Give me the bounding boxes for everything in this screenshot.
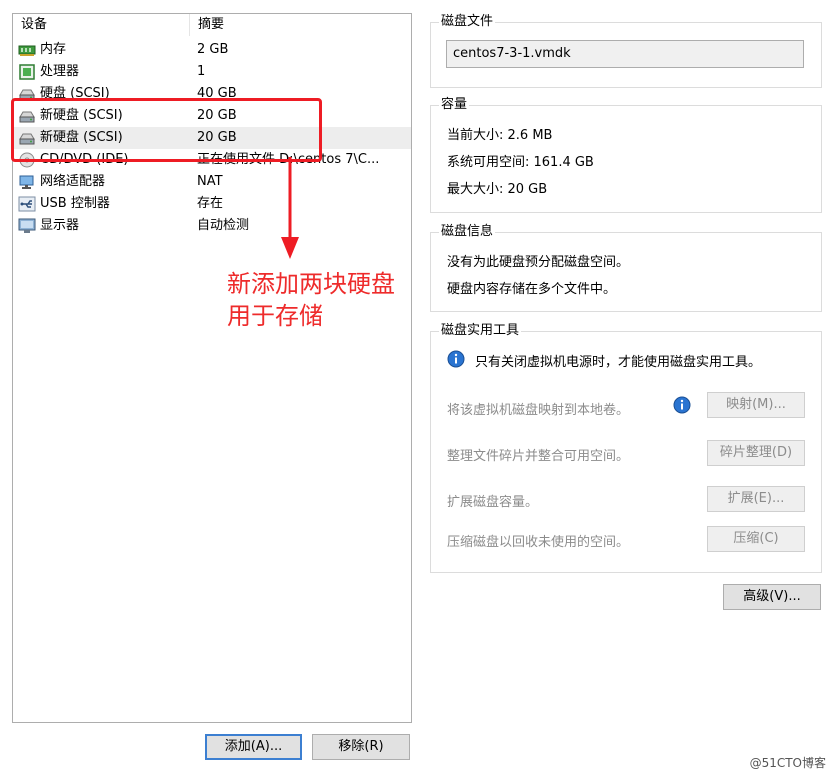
network-adapter-icon [18,174,36,190]
disk-file-field[interactable]: centos7-3-1.vmdk [446,40,804,68]
disk-info-line-1: 没有为此硬盘预分配磁盘空间。 [447,255,630,270]
capacity-label: 容量 [439,97,470,113]
add-device-button[interactable]: 添加(A)... [205,734,302,760]
info-icon [447,350,465,372]
compact-description: 压缩磁盘以回收未使用的空间。 [447,535,630,550]
annotation-line-1: 新添加两块硬盘 [227,270,395,298]
capacity-group: 容量 当前大小: 2.6 MB 系统可用空间: 161.4 GB 最大大小: 2… [430,97,822,213]
utilities-notice: 只有关闭虚拟机电源时，才能使用磁盘实用工具。 [475,355,762,370]
annotation-text: 新添加两块硬盘 用于存储 [227,268,417,332]
column-header-device[interactable]: 设备 [13,14,190,36]
expand-button[interactable]: 扩展(E)... [707,486,805,512]
disk-info-group: 磁盘信息 没有为此硬盘预分配磁盘空间。 硬盘内容存储在多个文件中。 [430,224,822,312]
map-description: 将该虚拟机磁盘映射到本地卷。 [447,403,630,418]
device-name: 处理器 [40,64,80,79]
watermark: @51CTO博客 [749,756,826,770]
defrag-description: 整理文件碎片并整合可用空间。 [447,449,630,464]
memory-icon [18,42,36,58]
usb-icon [18,196,36,212]
device-summary: 2 GB [197,42,229,57]
disk-info-label: 磁盘信息 [439,224,496,240]
disk-file-label: 磁盘文件 [439,14,496,30]
processor-icon [18,64,36,80]
device-name: USB 控制器 [40,196,110,211]
current-size: 当前大小: 2.6 MB [447,128,553,143]
device-row-network-adapter[interactable]: 网络适配器 NAT [13,171,411,193]
annotation-line-2: 用于存储 [227,302,323,330]
disk-info-line-2: 硬盘内容存储在多个文件中。 [447,282,617,297]
defragment-button[interactable]: 碎片整理(D) [707,440,805,466]
device-row-display[interactable]: 显示器 自动检测 [13,215,411,237]
annotation-highlight-box [11,98,322,162]
max-size: 最大大小: 20 GB [447,182,548,197]
device-summary: 存在 [197,196,224,211]
device-row-processor[interactable]: 处理器 1 [13,61,411,83]
device-summary: 1 [197,64,206,79]
device-name: 内存 [40,42,67,57]
device-name: 网络适配器 [40,174,106,189]
info-icon [673,396,691,418]
device-row-memory[interactable]: 内存 2 GB [13,39,411,61]
compact-button[interactable]: 压缩(C) [707,526,805,552]
annotation-arrow-icon [281,157,299,259]
column-header-summary[interactable]: 摘要 [190,14,398,36]
device-name: 显示器 [40,218,80,233]
disk-utilities-label: 磁盘实用工具 [439,323,522,339]
disk-file-group: 磁盘文件 centos7-3-1.vmdk [430,14,822,88]
expand-description: 扩展磁盘容量。 [447,495,539,510]
available-space: 系统可用空间: 161.4 GB [447,155,594,170]
advanced-button[interactable]: 高级(V)... [723,584,821,610]
device-row-usb-controller[interactable]: USB 控制器 存在 [13,193,411,215]
device-summary: 自动检测 [197,218,250,233]
disk-file-value: centos7-3-1.vmdk [453,46,571,61]
disk-utilities-group: 磁盘实用工具 只有关闭虚拟机电源时，才能使用磁盘实用工具。 将该虚拟机磁盘映射到… [430,323,822,573]
remove-device-button[interactable]: 移除(R) [312,734,410,760]
device-summary: NAT [197,174,223,189]
map-button[interactable]: 映射(M)... [707,392,805,418]
display-icon [18,218,36,234]
